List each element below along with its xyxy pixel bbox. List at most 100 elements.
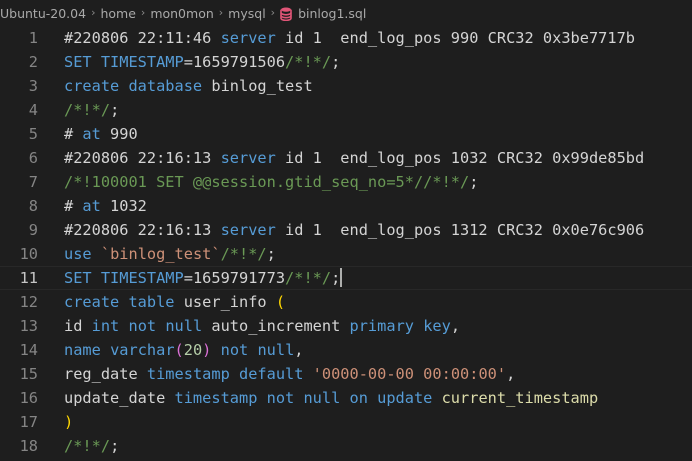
- line-number: 4: [28, 101, 38, 119]
- code-token-keyword: server: [220, 29, 276, 47]
- code-token-keyword: int not null: [91, 317, 203, 335]
- code-line[interactable]: 1 #220806 22:11:46 server id 1 end_log_po…: [0, 26, 692, 50]
- code-token-plain: binlog_test: [202, 77, 313, 95]
- code-token-plain: ;: [110, 437, 120, 455]
- code-line[interactable]: 5 # at 990: [0, 122, 692, 146]
- code-token-paren2: (: [275, 293, 286, 311]
- line-text[interactable]: use `binlog_test`/*!*/;: [64, 242, 276, 266]
- breadcrumb-file[interactable]: binlog1.sql: [298, 6, 366, 21]
- breadcrumb-item-mysql[interactable]: mysql: [228, 6, 266, 21]
- code-line[interactable]: 16 update_date timestamp not null on upda…: [0, 386, 692, 410]
- code-token-plain: auto_increment: [202, 317, 350, 335]
- code-token-comment: /*!*/: [220, 245, 267, 263]
- line-text[interactable]: create table user_info (: [64, 290, 285, 314]
- line-text[interactable]: name varchar(20) not null,: [64, 338, 304, 362]
- code-token-keyword: SET TIMESTAMP: [64, 269, 184, 287]
- breadcrumb-separator: ›: [270, 5, 276, 19]
- code-line[interactable]: 6 #220806 22:16:13 server id 1 end_log_po…: [0, 146, 692, 170]
- code-token-comment: /*!*/: [285, 269, 332, 287]
- code-token-plain: ;: [331, 269, 341, 287]
- code-token-plain: #220806 22:16:13: [64, 149, 221, 167]
- code-line[interactable]: 15 reg_date timestamp default '0000-00-00…: [0, 362, 692, 386]
- code-token-keyword: server: [220, 149, 276, 167]
- code-token-plain: user_info: [174, 293, 276, 311]
- breadcrumb-item-home[interactable]: home: [100, 6, 135, 21]
- code-token-plain: id 1 end_log_pos 1312 CRC32 0x0e76c906: [275, 221, 645, 239]
- code-line[interactable]: 12 create table user_info (: [0, 290, 692, 314]
- code-token-plain: #: [64, 197, 83, 215]
- code-line[interactable]: 11 SET TIMESTAMP=1659791773/*!*/;: [0, 266, 692, 290]
- line-text[interactable]: create database binlog_test: [64, 74, 313, 98]
- line-number: 12: [19, 293, 38, 311]
- code-token-plain: ;: [469, 173, 479, 191]
- code-token-keyword: at: [82, 125, 101, 143]
- line-text[interactable]: SET TIMESTAMP=1659791506/*!*/;: [64, 50, 340, 74]
- line-text[interactable]: /*!*/;: [64, 434, 119, 458]
- code-token-plain: ,: [506, 365, 516, 383]
- line-text[interactable]: #220806 22:16:13 server id 1 end_log_pos…: [64, 218, 644, 242]
- code-token-keyword: create database: [64, 77, 203, 95]
- line-text[interactable]: /*!100001 SET @@session.gtid_seq_no=5*//…: [64, 170, 478, 194]
- code-token-string: `binlog_test`: [100, 245, 221, 263]
- text-cursor: [340, 268, 343, 287]
- code-token-keyword: use: [64, 245, 92, 263]
- line-text[interactable]: ): [64, 410, 73, 434]
- code-line[interactable]: 10 use `binlog_test`/*!*/;: [0, 242, 692, 266]
- line-text[interactable]: /*!*/;: [64, 98, 119, 122]
- breadcrumb-separator: ›: [218, 5, 224, 19]
- line-text[interactable]: id int not null auto_increment primary k…: [64, 314, 460, 338]
- code-line[interactable]: 2 SET TIMESTAMP=1659791506/*!*/;: [0, 50, 692, 74]
- code-token-keyword: not null: [220, 341, 295, 359]
- line-number: 15: [19, 365, 38, 383]
- code-line[interactable]: 17): [0, 410, 692, 434]
- line-number: 8: [28, 197, 38, 215]
- code-token-comment: /*!*/: [64, 101, 111, 119]
- code-token-plain: #220806 22:16:13: [64, 221, 221, 239]
- code-line[interactable]: 8 # at 1032: [0, 194, 692, 218]
- breadcrumb-item-user[interactable]: mon0mon: [150, 6, 213, 21]
- code-token-plain: 1032: [100, 197, 147, 215]
- code-token-plain: id 1 end_log_pos 1032 CRC32 0x99de85bd: [275, 149, 645, 167]
- line-text[interactable]: #220806 22:16:13 server id 1 end_log_pos…: [64, 146, 644, 170]
- code-area[interactable]: 1 #220806 22:11:46 server id 1 end_log_po…: [0, 26, 692, 458]
- code-line[interactable]: 14 name varchar(20) not null,: [0, 338, 692, 362]
- breadcrumb-separator: ›: [91, 5, 96, 19]
- line-text[interactable]: update_date timestamp not null on update…: [64, 386, 598, 410]
- code-editor[interactable]: Ubuntu-20.04 › home › mon0mon › mysql › …: [0, 0, 692, 461]
- code-token-plain: ;: [331, 53, 341, 71]
- code-line[interactable]: 18 /*!*/;: [0, 434, 692, 458]
- line-text[interactable]: #220806 22:11:46 server id 1 end_log_pos…: [64, 26, 635, 50]
- line-text[interactable]: # at 990: [64, 122, 138, 146]
- database-icon: [280, 7, 292, 22]
- breadcrumb-separator: ›: [140, 5, 146, 19]
- line-text[interactable]: SET TIMESTAMP=1659791773/*!*/;: [64, 266, 343, 290]
- breadcrumb-item-ubuntu[interactable]: Ubuntu-20.04: [0, 6, 86, 21]
- line-number: 7: [28, 173, 38, 191]
- code-token-keyword: create table: [64, 293, 175, 311]
- code-token-plain: ,: [294, 341, 304, 359]
- code-token-plain: id: [64, 317, 92, 335]
- code-line[interactable]: 7 /*!100001 SET @@session.gtid_seq_no=5*/…: [0, 170, 692, 194]
- code-line[interactable]: 9 #220806 22:16:13 server id 1 end_log_po…: [0, 218, 692, 242]
- code-token-keyword: server: [220, 221, 276, 239]
- code-token-number: 20: [183, 341, 203, 359]
- code-token-plain: ;: [266, 245, 276, 263]
- line-number: 2: [28, 53, 38, 71]
- code-line[interactable]: 13 id int not null auto_increment primary…: [0, 314, 692, 338]
- code-token-keyword: timestamp default: [146, 365, 304, 383]
- line-text[interactable]: # at 1032: [64, 194, 147, 218]
- code-token-comment: /*!*/: [285, 53, 332, 71]
- line-number: 11: [19, 269, 38, 287]
- line-number: 9: [28, 221, 38, 239]
- code-token-func: current_timestamp: [432, 389, 599, 407]
- code-token-paren: (: [174, 341, 184, 359]
- code-token-comment: /*!*/: [64, 437, 111, 455]
- code-token-plain: 990: [100, 125, 138, 143]
- code-token-keyword: name: [64, 341, 101, 359]
- line-text[interactable]: reg_date timestamp default '0000-00-00 0…: [64, 362, 515, 386]
- code-line[interactable]: 3 create database binlog_test: [0, 74, 692, 98]
- code-line[interactable]: 4 /*!*/;: [0, 98, 692, 122]
